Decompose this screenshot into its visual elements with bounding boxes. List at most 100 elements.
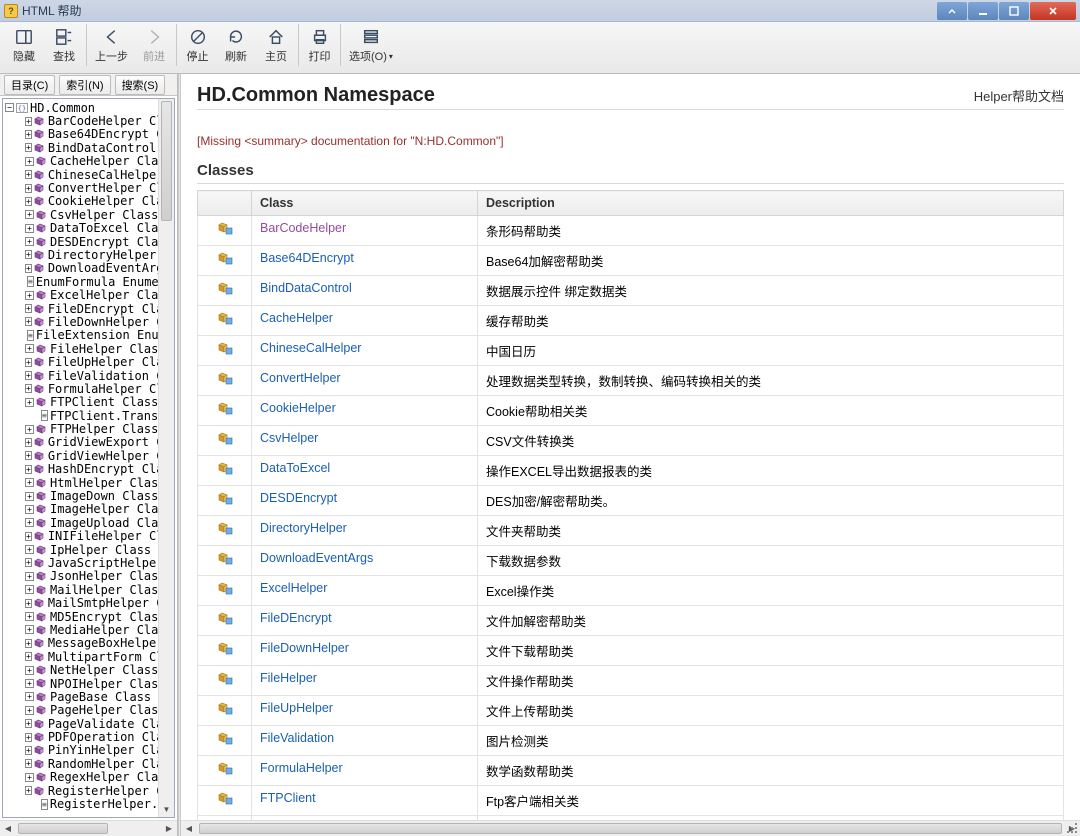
content-horizontal-scrollbar[interactable]: ◀ ▶ — [181, 820, 1080, 836]
expander-icon[interactable]: + — [25, 117, 32, 126]
tab-search[interactable]: 搜索(S) — [115, 75, 166, 95]
tree-vertical-scrollbar[interactable]: ▲ ▼ — [158, 99, 174, 817]
expander-icon[interactable]: + — [25, 291, 34, 300]
expander-icon[interactable]: + — [25, 706, 34, 715]
tree-item[interactable]: +DirectoryHelper Clas — [3, 248, 174, 261]
expander-icon[interactable]: + — [25, 505, 34, 514]
tree-item[interactable]: +MessageBoxHelper Cla — [3, 637, 174, 650]
expander-icon[interactable]: + — [25, 170, 32, 179]
expander-icon[interactable]: + — [25, 545, 34, 554]
class-link[interactable]: FileHelper — [260, 671, 317, 685]
class-link[interactable]: DataToExcel — [260, 461, 330, 475]
toolbar-hide[interactable]: 隐藏 — [4, 24, 44, 66]
scroll-down-icon[interactable]: ▼ — [159, 801, 174, 817]
expander-icon[interactable]: + — [25, 130, 32, 139]
class-link[interactable]: BarCodeHelper — [260, 221, 346, 235]
tree-item[interactable]: +DownloadEventArgs Cl — [3, 262, 174, 275]
toolbar-search[interactable]: 查找 — [44, 24, 84, 66]
toolbar-print[interactable]: 打印 — [298, 24, 338, 66]
class-link[interactable]: FileValidation — [260, 731, 334, 745]
tree-item[interactable]: +DataToExcel Class — [3, 222, 174, 235]
tree-item[interactable]: +HtmlHelper Class — [3, 476, 174, 489]
expander-icon[interactable]: + — [25, 639, 32, 648]
scroll-right-icon[interactable]: ▶ — [161, 824, 177, 833]
tree-item[interactable]: +ImageDown Class — [3, 489, 174, 502]
expander-icon[interactable]: + — [25, 465, 32, 474]
expander-icon[interactable]: + — [25, 518, 34, 527]
expander-icon[interactable]: + — [25, 438, 32, 447]
expander-icon[interactable]: + — [25, 746, 32, 755]
tree-item[interactable]: EnumFormula Enumerat — [3, 275, 174, 288]
window-extra-button[interactable] — [937, 2, 967, 20]
expander-icon[interactable]: + — [25, 384, 32, 393]
scroll-thumb[interactable] — [18, 823, 108, 834]
class-link[interactable]: ConvertHelper — [260, 371, 341, 385]
minimize-button[interactable] — [968, 2, 998, 20]
tree-item[interactable]: +BarCodeHelper Class — [3, 114, 174, 127]
tree-item[interactable]: +FileUpHelper Class — [3, 355, 174, 368]
expander-icon[interactable]: + — [25, 157, 34, 166]
expander-icon[interactable]: + — [25, 184, 32, 193]
class-link[interactable]: FileDownHelper — [260, 641, 349, 655]
class-link[interactable]: FTPClient — [260, 791, 316, 805]
tree-item[interactable]: +RegisterHelper Class — [3, 784, 174, 797]
tree-item[interactable]: +MultipartForm Class — [3, 650, 174, 663]
class-link[interactable]: CookieHelper — [260, 401, 336, 415]
tree-item[interactable]: +ImageUpload Class — [3, 516, 174, 529]
tree-item[interactable]: +DESDEncrypt Class — [3, 235, 174, 248]
toolbar-back[interactable]: 上一步 — [86, 24, 134, 66]
expander-icon[interactable]: + — [25, 773, 34, 782]
scroll-left-icon[interactable]: ◀ — [0, 824, 16, 833]
toolbar-refresh[interactable]: 刷新 — [216, 24, 256, 66]
tree-item[interactable]: +ImageHelper Class — [3, 503, 174, 516]
tab-contents[interactable]: 目录(C) — [4, 75, 55, 95]
class-link[interactable]: DESDEncrypt — [260, 491, 337, 505]
tree-item[interactable]: +FTPClient Class — [3, 396, 174, 409]
class-link[interactable]: Base64DEncrypt — [260, 251, 354, 265]
tree-item[interactable]: +MediaHelper Class — [3, 623, 174, 636]
expander-icon[interactable]: + — [25, 733, 32, 742]
expander-icon[interactable]: + — [25, 210, 34, 219]
tree-item[interactable]: +BindDataControl Clas — [3, 141, 174, 154]
tab-index[interactable]: 索引(N) — [59, 75, 110, 95]
tree-item[interactable]: +CacheHelper Class — [3, 155, 174, 168]
tree-item[interactable]: +GridViewHelper Class — [3, 449, 174, 462]
expander-icon[interactable]: + — [25, 599, 32, 608]
class-link[interactable]: FormulaHelper — [260, 761, 343, 775]
class-link[interactable]: ChineseCalHelper — [260, 341, 361, 355]
expander-icon[interactable]: + — [25, 143, 32, 152]
expander-icon[interactable]: + — [25, 492, 34, 501]
expander-icon[interactable]: + — [25, 679, 34, 688]
resize-grip-icon[interactable] — [1065, 821, 1079, 835]
class-link[interactable]: BindDataControl — [260, 281, 352, 295]
expander-icon[interactable]: − — [5, 103, 14, 112]
expander-icon[interactable]: + — [25, 692, 34, 701]
tree-item[interactable]: +NPOIHelper Class — [3, 677, 174, 690]
tree-item[interactable]: +MD5Encrypt Class — [3, 610, 174, 623]
expander-icon[interactable]: + — [25, 358, 32, 367]
tree-item[interactable]: +HashDEncrypt Class — [3, 463, 174, 476]
tree-item[interactable]: +CsvHelper Class — [3, 208, 174, 221]
tree-view[interactable]: −{}HD.Common+BarCodeHelper Class+Base64D… — [2, 98, 175, 818]
tree-item[interactable]: +Base64DEncrypt Class — [3, 128, 174, 141]
expander-icon[interactable]: + — [25, 250, 32, 259]
toolbar-home[interactable]: 主页 — [256, 24, 296, 66]
expander-icon[interactable]: + — [25, 625, 34, 634]
expander-icon[interactable]: + — [25, 398, 34, 407]
tree-item[interactable]: +ExcelHelper Class — [3, 288, 174, 301]
tree-root[interactable]: −{}HD.Common — [3, 101, 174, 114]
tree-item[interactable]: FTPClient.TransferTy — [3, 409, 174, 422]
tree-item[interactable]: RegisterHelper.KeyTy — [3, 797, 174, 810]
tree-item[interactable]: +RegexHelper Class — [3, 771, 174, 784]
expander-icon[interactable]: + — [25, 304, 32, 313]
expander-icon[interactable]: + — [25, 585, 34, 594]
expander-icon[interactable]: + — [25, 425, 34, 434]
expander-icon[interactable]: + — [25, 344, 34, 353]
expander-icon[interactable]: + — [25, 558, 32, 567]
scroll-thumb[interactable] — [199, 823, 1062, 834]
expander-icon[interactable]: + — [25, 759, 32, 768]
tree-item[interactable]: +PDFOperation Class — [3, 730, 174, 743]
tree-item[interactable]: +FileDownHelper Class — [3, 315, 174, 328]
class-link[interactable]: CsvHelper — [260, 431, 318, 445]
expander-icon[interactable]: + — [25, 786, 32, 795]
